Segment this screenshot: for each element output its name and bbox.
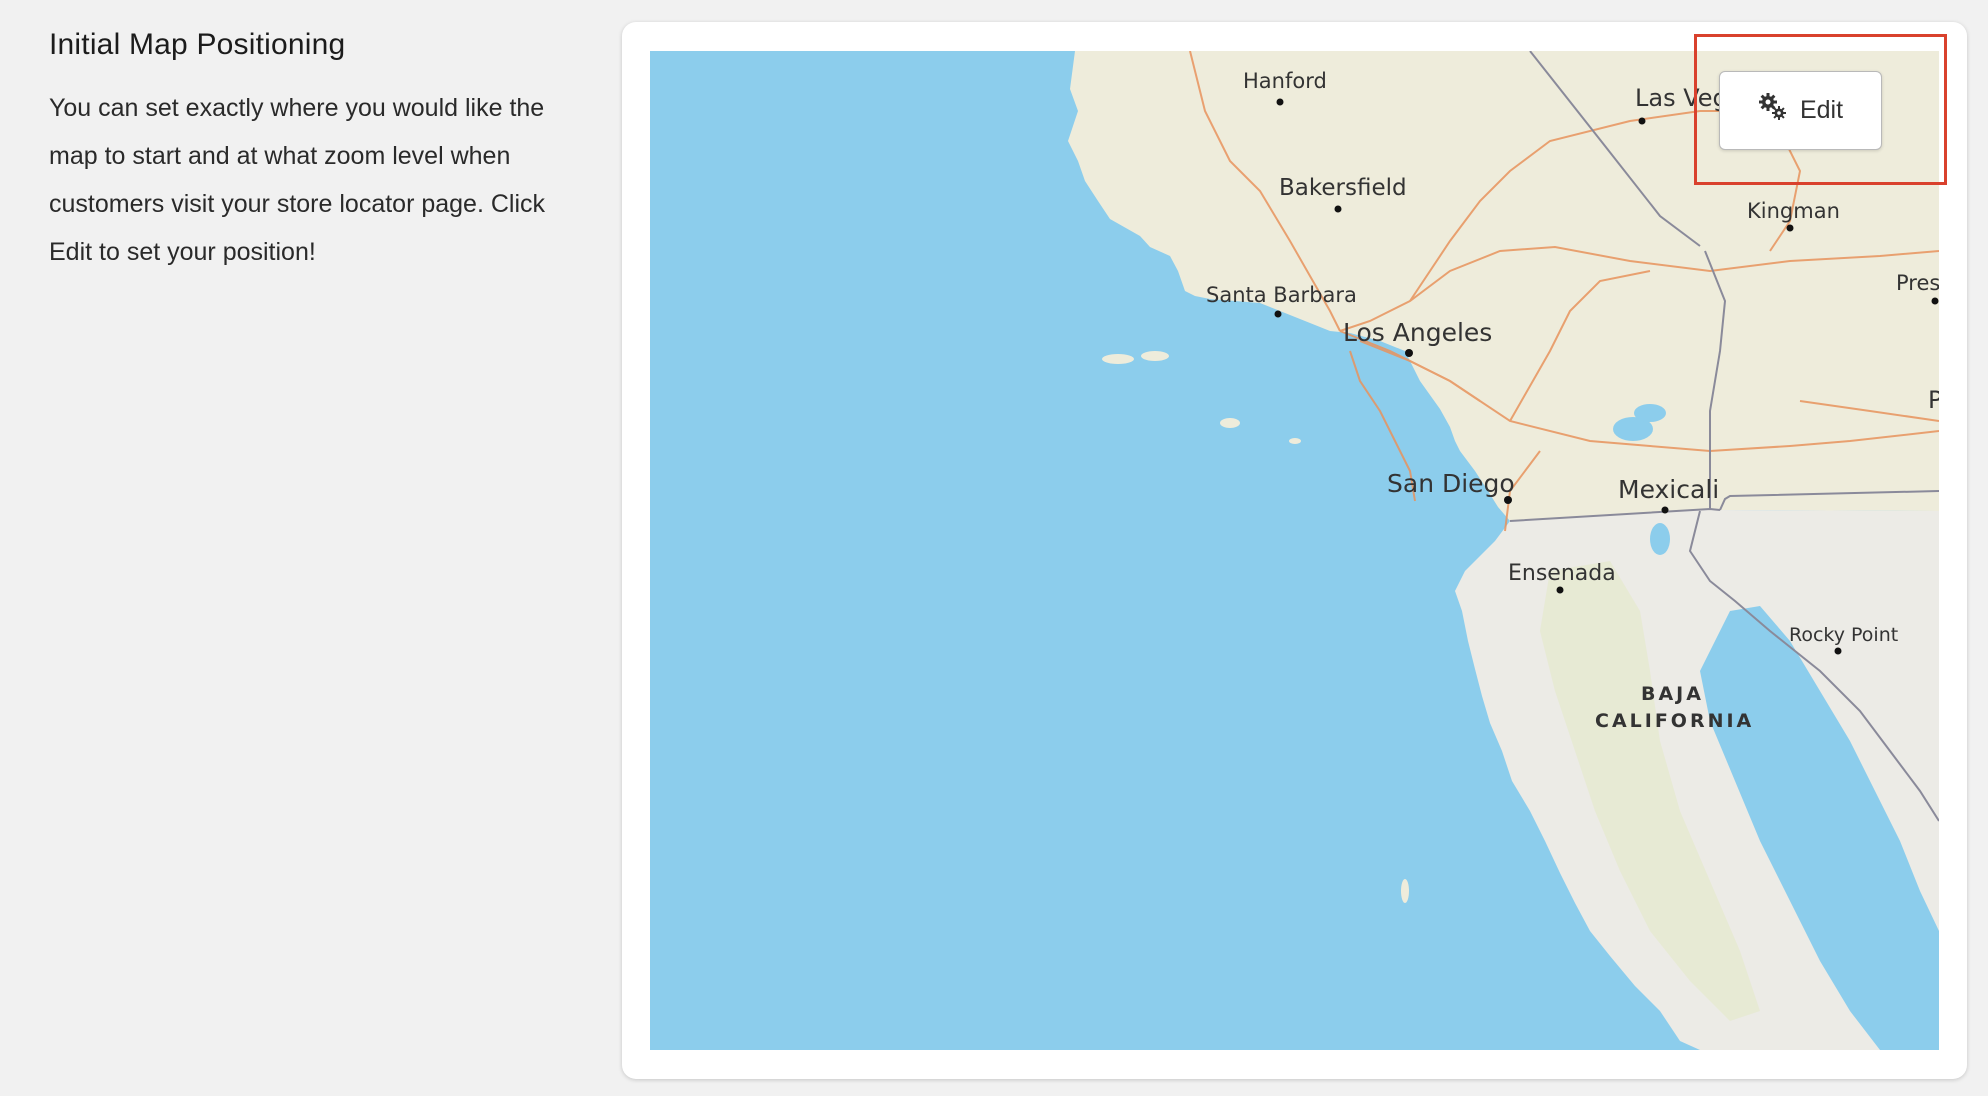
island xyxy=(1220,418,1240,428)
label-baja-california-2: CALIFORNIA xyxy=(1595,710,1754,732)
section-description: You can set exactly where you would like… xyxy=(49,94,546,266)
label-hanford: Hanford xyxy=(1243,69,1327,93)
label-rocky-point: Rocky Point xyxy=(1789,624,1898,646)
label-p: P xyxy=(1928,386,1939,414)
section-title: Initial Map Positioning xyxy=(49,28,346,61)
label-bakersfield: Bakersfield xyxy=(1279,175,1407,201)
label-san-diego: San Diego xyxy=(1387,469,1515,498)
label-los-angeles: Los Angeles xyxy=(1343,318,1492,347)
island xyxy=(1289,438,1301,444)
lake xyxy=(1650,523,1670,555)
label-baja-california-1: BAJA xyxy=(1641,683,1704,705)
label-pres: Pres xyxy=(1896,271,1939,295)
lake xyxy=(1634,404,1666,422)
island xyxy=(1141,351,1169,361)
edit-highlight-box xyxy=(1694,34,1947,185)
initial-map-positioning-section: Initial Map Positioning You can set exac… xyxy=(49,22,589,276)
label-santa-barbara: Santa Barbara xyxy=(1206,283,1357,307)
map-canvas: Hanford Las Veg Bakersfield Kingman Pres… xyxy=(1068,51,1939,1050)
map-preview[interactable]: Hanford Las Veg Bakersfield Kingman Pres… xyxy=(650,51,1939,1050)
island xyxy=(1401,879,1409,903)
label-kingman: Kingman xyxy=(1747,199,1840,223)
island xyxy=(1102,354,1134,364)
label-ensenada: Ensenada xyxy=(1508,561,1616,586)
label-mexicali: Mexicali xyxy=(1618,475,1719,504)
